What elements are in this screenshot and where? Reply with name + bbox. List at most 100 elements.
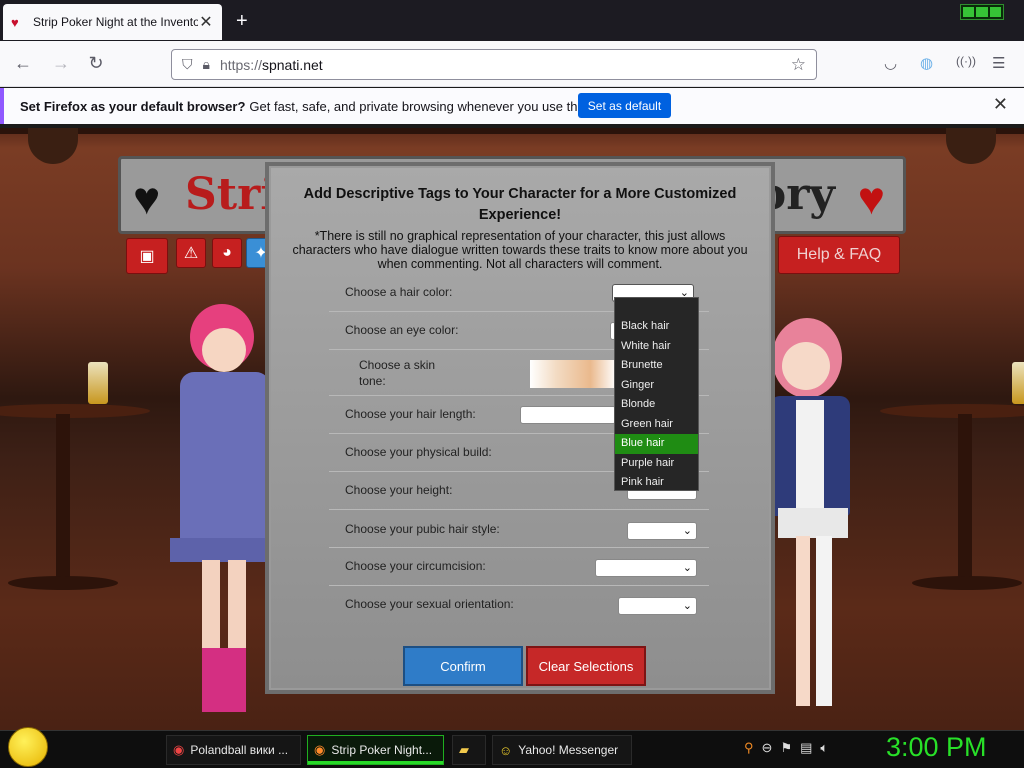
taskbar-item-strip-poker[interactable]: ◉ Strip Poker Night... [307,735,444,765]
bar-table [0,404,150,418]
character-face [782,342,830,390]
hair-length-label: Choose your hair length: [345,407,476,421]
close-notification-icon[interactable]: ✕ [993,94,1008,115]
chrome-icon: ◉ [173,742,185,757]
wall-beam [0,128,1024,134]
nav-bar: ← → ↻ ⛉ 🔒︎ https://spnati.net ☆ ◡ ◍ ((·)… [0,41,1024,87]
back-icon[interactable]: ← [12,53,34,74]
taskbar-item-yahoo-messenger[interactable]: ☺ Yahoo! Messenger [492,735,632,765]
table-base [8,576,118,590]
network-icon[interactable]: ▤ [800,740,812,756]
set-as-default-button[interactable]: Set as default [578,93,671,118]
character-skirt [778,508,848,538]
table-base [912,576,1022,590]
character-boots [202,648,246,712]
lock-icon[interactable]: 🔒︎ [203,56,210,73]
circumcision-row: Choose your circumcision: ⌄ [329,548,709,586]
sexual-orientation-label: Choose your sexual orientation: [345,597,514,611]
character-face [202,328,246,372]
heart-favicon-icon: ♥ [11,14,19,30]
character-bandaged-leg [816,536,832,706]
tab-spnati[interactable]: ♥ Strip Poker Night at the Inventory ✕ [3,4,222,40]
character-skirt [170,538,280,562]
taskbar-item-label: Polandball вики ... [190,743,289,757]
hair-option-highlighted[interactable]: Blue hair [615,434,698,454]
taskbar-item-polandball[interactable]: ◉ Polandball вики ... [166,735,301,765]
hair-option[interactable]: Black hair [615,317,698,337]
hair-option[interactable]: Brunette [615,356,698,376]
pubic-hair-select[interactable]: ⌄ [627,522,697,540]
new-tab-icon[interactable]: + [236,10,248,33]
extensions-icon[interactable]: ((·)) [956,54,976,68]
sexual-orientation-row: Choose your sexual orientation: ⌄ [329,586,709,624]
shield-icon[interactable]: ⛉ [182,56,193,73]
help-faq-button[interactable]: Help & FAQ [778,236,900,274]
folder-icon: ▰ [459,742,469,757]
taskbar: ◉ Polandball вики ... ◉ Strip Poker Nigh… [0,727,1024,768]
hair-option[interactable]: Green hair [615,415,698,435]
warning-icon[interactable]: ⚠ [176,238,206,268]
eye-color-label: Choose an eye color: [345,323,459,337]
physical-build-label: Choose your physical build: [345,445,492,459]
pocket-icon[interactable]: ◡ [884,54,897,72]
close-tab-icon[interactable]: ✕ [198,12,214,32]
circumcision-select[interactable]: ⌄ [595,559,697,577]
firefox-icon: ◉ [314,742,326,757]
notification-bold: Set Firefox as your default browser? [20,98,246,114]
url-host: spnati.net [261,56,323,73]
beer-glass [88,362,108,404]
hair-color-dropdown-list: Black hair White hair Brunette Ginger Bl… [614,297,699,491]
black-heart-icon: ♥ [133,172,161,224]
pubic-hair-label: Choose your pubic hair style: [345,522,500,536]
circumcision-label: Choose your circumcision: [345,559,486,573]
red-heart-icon: ♥ [857,172,885,224]
tab-bar: ♥ Strip Poker Night at the Inventory ✕ + [0,0,1024,41]
taskbar-item-folder[interactable]: ▰ [452,735,486,765]
clock[interactable]: 3:00 PM [886,732,987,763]
gallery-icon[interactable]: ▣ [126,238,168,274]
hair-option[interactable]: White hair [615,337,698,357]
hair-color-label: Choose a hair color: [345,285,453,299]
reload-icon[interactable]: ↻ [85,53,107,74]
system-tray: ⚲ ⊖ ⚑ ▤ 🔈︎ [744,740,828,756]
minus-icon[interactable]: ⊖ [762,740,773,756]
tab-title: Strip Poker Night at the Inventory [33,15,198,29]
hair-length-select[interactable] [520,406,616,424]
bar-table [880,404,1024,418]
taskbar-item-label: Yahoo! Messenger [518,743,619,757]
height-label: Choose your height: [345,483,453,497]
left-character [150,298,280,718]
skin-tone-slider[interactable] [530,360,616,388]
table-pole [958,414,972,584]
url-text[interactable]: https://spnati.net [220,57,791,73]
confirm-button[interactable]: Confirm [403,646,523,686]
pubic-hair-row: Choose your pubic hair style: ⌄ [329,510,709,548]
chevron-down-icon: ⌄ [682,562,692,574]
hair-option[interactable]: Pink hair [615,473,698,493]
hair-option[interactable]: Ginger [615,376,698,396]
modal-note: *There is still no graphical representat… [292,229,748,271]
taskbar-item-label: Strip Poker Night... [331,743,433,757]
menu-icon[interactable]: ☰ [992,54,1005,72]
character-shirt [796,400,824,510]
bookmark-star-icon[interactable]: ☆ [791,55,806,75]
url-scheme: https:// [219,56,262,73]
flag-icon[interactable]: ⚑ [780,740,792,756]
search-icon[interactable]: ⚲ [744,740,754,756]
hair-option[interactable]: Blonde [615,395,698,415]
hair-option[interactable]: Purple hair [615,454,698,474]
notification-text: Get fast, safe, and private browsing whe… [249,98,616,114]
modal-title: Add Descriptive Tags to Your Character f… [303,186,737,223]
reddit-icon[interactable]: ◕ [212,238,242,268]
default-browser-notification: Set Firefox as your default browser? Get… [0,88,1024,124]
account-icon[interactable]: ◍ [920,54,933,72]
volume-icon[interactable]: 🔈︎ [820,740,828,756]
clear-selections-button[interactable]: Clear Selections [526,646,646,686]
forward-icon[interactable]: → [50,53,72,74]
skin-tone-label: Choose a skin tone: [359,358,436,388]
right-character [760,318,870,718]
address-bar[interactable]: ⛉ 🔒︎ https://spnati.net ☆ [171,49,817,80]
character-hoodie [180,372,270,552]
sexual-orientation-select[interactable]: ⌄ [618,597,697,615]
start-smiley-icon[interactable] [8,727,48,767]
